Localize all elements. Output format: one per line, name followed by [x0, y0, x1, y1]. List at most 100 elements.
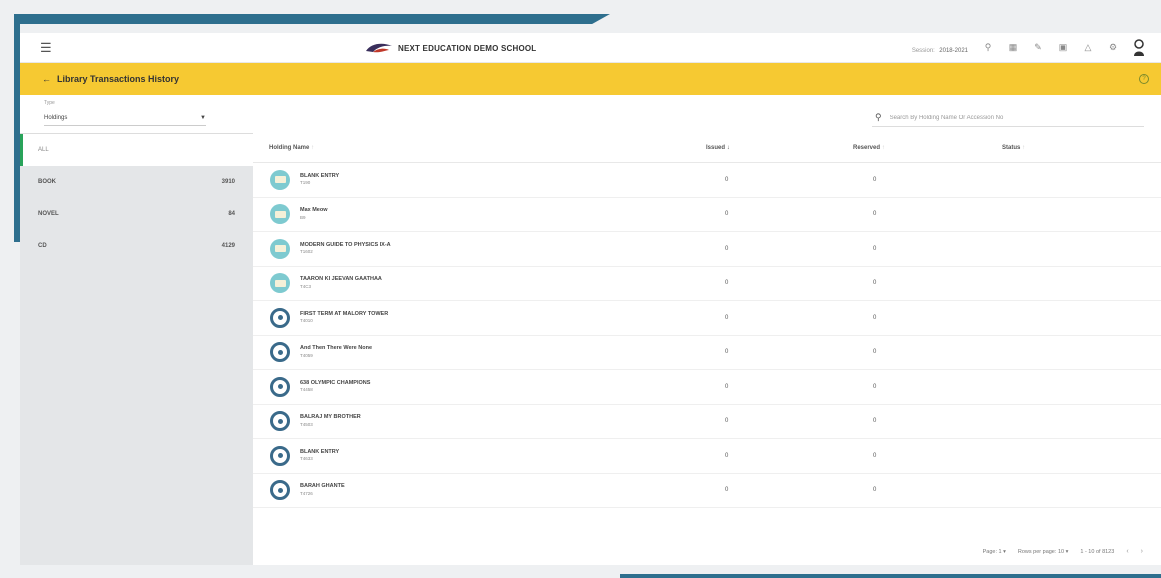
holding-title: FIRST TERM AT MALORY TOWER	[300, 310, 389, 317]
cell-reserved: 0	[873, 349, 877, 356]
search-input[interactable]	[889, 114, 1130, 121]
cell-issued: 0	[725, 452, 729, 459]
calendar-icon[interactable]: ▣	[1058, 42, 1068, 53]
accession-number: T4059	[300, 352, 313, 358]
category-sidebar: ALL BOOK 3910 NOVEL 84 CD 4129	[20, 133, 253, 565]
cell-reserved: 0	[873, 245, 877, 252]
sort-icon: ↑	[311, 144, 315, 151]
pagination: Page: 1 ▾ Rows per page: 10 ▾ 1 - 10 of …	[983, 548, 1143, 555]
gear-icon[interactable]: ⚙	[1108, 42, 1118, 53]
column-header-reserved[interactable]: Reserved ↑	[843, 145, 988, 151]
session-info[interactable]: Session: 2018-2021	[912, 39, 968, 57]
cell-reserved: 0	[873, 280, 877, 287]
cell-issued: 0	[725, 176, 729, 183]
column-header-label: Status	[1002, 144, 1021, 151]
column-header-status[interactable]: Status ↑	[988, 145, 1025, 151]
cell-issued: 0	[725, 383, 729, 390]
sidebar-item-cd[interactable]: CD 4129	[20, 230, 253, 262]
table-row[interactable]: BARAH GHANTE T4726 0 0	[253, 474, 1161, 508]
calendar-icon[interactable]: ▦	[1008, 42, 1018, 53]
menu-icon[interactable]: ☰	[40, 40, 52, 56]
cell-reserved: 0	[873, 211, 877, 218]
page-title: Library Transactions History	[57, 74, 180, 84]
page-selector[interactable]: Page: 1 ▾	[983, 549, 1006, 555]
cell-holding: BARAH GHANTE T4726	[253, 480, 691, 501]
cell-reserved: 0	[873, 418, 877, 425]
help-icon[interactable]: ?	[1139, 74, 1149, 84]
holding-title: Max Meow	[300, 207, 328, 214]
cell-issued: 0	[725, 487, 729, 494]
cell-reserved: 0	[873, 383, 877, 390]
column-header-label: Reserved	[853, 144, 881, 151]
holding-title: 638 OLYMPIC CHAMPIONS	[300, 379, 371, 386]
cell-holding: 638 OLYMPIC CHAMPIONS T4458	[253, 376, 691, 397]
disc-icon	[270, 445, 290, 466]
back-arrow-icon[interactable]: ←	[42, 74, 51, 84]
chevron-left-icon[interactable]: ‹	[1126, 548, 1128, 555]
cell-issued: 0	[725, 245, 729, 252]
cell-issued: 0	[725, 314, 729, 321]
disc-icon	[270, 411, 290, 432]
disc-icon	[270, 307, 290, 328]
session-label: Session:	[911, 47, 935, 54]
search-icon: ⚲	[875, 112, 882, 122]
cell-holding: TAARON KI JEEVAN GAATHAA T4C3	[253, 273, 691, 294]
sidebar-item-count: 4129	[221, 243, 235, 249]
decorative-bottom-bar	[620, 574, 1161, 578]
top-actions: Session: 2018-2021 ⚲ ▦ ✎ ▣ △ ⚙	[912, 38, 1145, 57]
table-row[interactable]: BLANK ENTRY T4633 0 0	[253, 439, 1161, 474]
cell-holding: MODERN GUIDE TO PHYSICS IX-A T1602	[253, 238, 691, 259]
sidebar-item-count: 3910	[221, 179, 235, 185]
edit-icon[interactable]: ✎	[1033, 42, 1043, 53]
type-select[interactable]: Holdings ▼	[44, 110, 206, 126]
page-label: Page:	[982, 548, 997, 555]
cell-holding: BLANK ENTRY T190	[253, 169, 691, 190]
cell-issued: 0	[725, 418, 729, 425]
cell-holding: And Then There Were None T4059	[253, 342, 691, 363]
app-window: ☰ NEXT EDUCATION DEMO SCHOOL Session: 20…	[20, 33, 1161, 565]
cell-reserved: 0	[873, 176, 877, 183]
disc-icon	[270, 342, 290, 363]
table-row[interactable]: And Then There Were None T4059 0 0	[253, 336, 1161, 370]
sort-desc-icon: ↓	[726, 144, 730, 151]
avatar-icon[interactable]	[1133, 38, 1145, 57]
book-icon	[270, 238, 290, 259]
top-bar: ☰ NEXT EDUCATION DEMO SCHOOL Session: 20…	[20, 33, 1161, 63]
session-value: 2018-2021	[939, 47, 968, 54]
book-icon	[270, 273, 290, 294]
type-value: Holdings	[44, 114, 68, 121]
accession-number: T1602	[300, 249, 313, 255]
chevron-right-icon[interactable]: ›	[1141, 548, 1143, 555]
table-row[interactable]: BLANK ENTRY T190 0 0	[253, 163, 1161, 198]
table-row[interactable]: FIRST TERM AT MALORY TOWER T4010 0 0	[253, 301, 1161, 336]
column-header-name[interactable]: Holding Name ↑	[253, 145, 691, 151]
book-icon	[270, 204, 290, 225]
table-row[interactable]: BALRAJ MY BROTHER T4503 0 0	[253, 405, 1161, 439]
disc-icon	[270, 376, 290, 397]
sidebar-item-novel[interactable]: NOVEL 84	[20, 198, 253, 230]
holding-title: BLANK ENTRY	[300, 448, 340, 455]
rows-per-page-selector[interactable]: Rows per page: 10 ▾	[1018, 549, 1068, 555]
sidebar-item-label: NOVEL	[38, 211, 59, 217]
table-row[interactable]: 638 OLYMPIC CHAMPIONS T4458 0 0	[253, 370, 1161, 405]
cell-reserved: 0	[873, 452, 877, 459]
chevron-down-icon: ▼	[200, 114, 206, 121]
bell-icon[interactable]: △	[1083, 42, 1093, 53]
accession-number: T4C3	[300, 283, 312, 289]
cell-holding: Max Meow B9	[253, 204, 691, 225]
sidebar-item-label: ALL	[38, 147, 49, 153]
content-area: ALL BOOK 3910 NOVEL 84 CD 4129 Holding N…	[20, 133, 1161, 565]
holding-title: BARAH GHANTE	[300, 483, 345, 490]
column-header-issued[interactable]: Issued ↓	[691, 145, 843, 151]
accession-number: T4503	[300, 421, 313, 427]
column-header-label: Issued	[706, 144, 726, 151]
search-icon[interactable]: ⚲	[983, 42, 993, 53]
table-row[interactable]: TAARON KI JEEVAN GAATHAA T4C3 0 0	[253, 267, 1161, 301]
sort-icon: ↑	[1022, 144, 1026, 151]
table-row[interactable]: Max Meow B9 0 0	[253, 198, 1161, 232]
cell-issued: 0	[725, 211, 729, 218]
holding-title: BLANK ENTRY	[300, 172, 340, 179]
sidebar-item-book[interactable]: BOOK 3910	[20, 166, 253, 198]
table-row[interactable]: MODERN GUIDE TO PHYSICS IX-A T1602 0 0	[253, 232, 1161, 267]
sidebar-item-all[interactable]: ALL	[20, 134, 253, 166]
